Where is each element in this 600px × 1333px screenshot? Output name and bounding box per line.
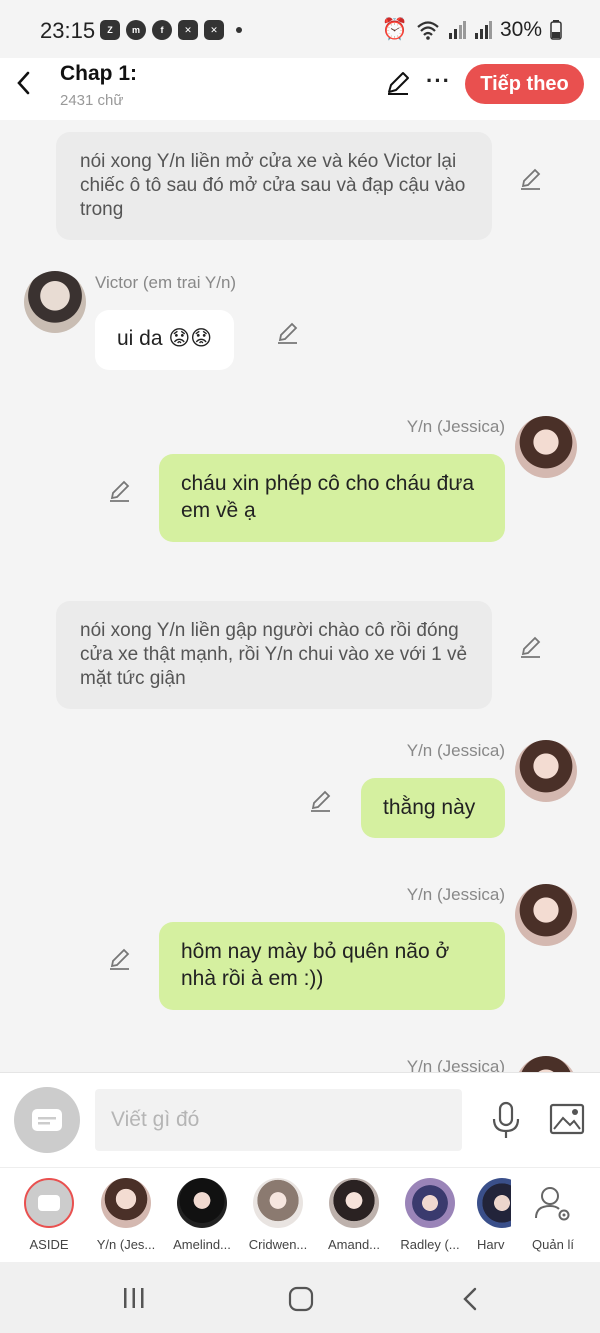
signal-icon <box>474 21 492 39</box>
character-harv[interactable]: Harv <box>467 1178 511 1252</box>
next-button[interactable]: Tiếp theo <box>465 64 584 104</box>
avatar-jessica[interactable] <box>515 416 577 478</box>
character-amelinda[interactable]: Amelind... <box>163 1178 241 1252</box>
aside-icon <box>24 1178 74 1228</box>
chat-area[interactable]: nói xong Y/n liền mở cửa xe và kéo Victo… <box>0 120 600 1072</box>
message-input[interactable] <box>95 1089 462 1151</box>
message-icon <box>32 1109 62 1131</box>
message-bubble-right[interactable]: hôm nay mày bỏ quên não ở nhà rồi à em :… <box>159 922 505 1010</box>
narration-bubble[interactable]: nói xong Y/n liền mở cửa xe và kéo Victo… <box>56 132 492 240</box>
image-icon[interactable] <box>549 1103 585 1135</box>
avatar <box>101 1178 151 1228</box>
message-bubble-right[interactable]: thằng này <box>361 778 505 838</box>
edit-message-icon[interactable] <box>518 166 544 192</box>
avatar <box>405 1178 455 1228</box>
speaker-name: Y/n (Jessica) <box>406 417 505 436</box>
character-label: Amelind... <box>173 1237 231 1252</box>
alarm-icon: ⏰ <box>381 18 408 41</box>
character-amanda[interactable]: Amand... <box>315 1178 393 1252</box>
battery-percent: 30% <box>499 18 542 41</box>
avatar <box>477 1178 511 1228</box>
more-notifications-dot <box>236 27 242 33</box>
messenger-icon: m <box>126 20 146 40</box>
character-label: Amand... <box>327 1237 381 1252</box>
edit-message-icon[interactable] <box>275 320 301 346</box>
input-bar <box>0 1072 600 1167</box>
speaker-name: Y/n (Jessica) <box>406 741 505 760</box>
edit-message-icon[interactable] <box>107 478 133 504</box>
chapter-title: Chap 1: <box>60 62 138 85</box>
wifi-icon <box>417 21 439 40</box>
avatar <box>177 1178 227 1228</box>
manage-characters[interactable]: Quản lí <box>514 1178 592 1252</box>
speaker-name: Y/n (Jessica) <box>406 1057 505 1072</box>
narration-bubble[interactable]: nói xong Y/n liền gập người chào cô rồi … <box>56 601 492 709</box>
character-label: Y/n (Jes... <box>96 1237 156 1252</box>
chapter-header: Chap 1: 2431 chữ ··· Tiếp theo <box>0 58 600 120</box>
character-label: Radley (... <box>400 1237 460 1252</box>
capcut-icon: ✕ <box>204 20 224 40</box>
microphone-icon[interactable] <box>490 1101 522 1141</box>
edit-message-icon[interactable] <box>107 946 133 972</box>
back-icon[interactable] <box>14 70 34 96</box>
character-label: Quản lí <box>532 1237 574 1252</box>
signal-icon <box>448 21 466 39</box>
character-radley[interactable]: Radley (... <box>391 1178 469 1252</box>
avatar-jessica[interactable] <box>515 884 577 946</box>
status-bar: 23:15 Z m f ✕ ✕ ⏰ 30% <box>0 0 600 58</box>
facebook-icon: f <box>152 20 172 40</box>
edit-message-icon[interactable] <box>518 634 544 660</box>
avatar <box>329 1178 379 1228</box>
zalo-icon: Z <box>100 20 120 40</box>
status-time: 23:15 <box>40 18 96 43</box>
capcut-icon: ✕ <box>178 20 198 40</box>
system-back-icon[interactable] <box>460 1286 480 1312</box>
speaker-name: Victor (em trai Y/n) <box>95 273 237 292</box>
recent-apps-icon[interactable] <box>122 1286 146 1310</box>
home-icon[interactable] <box>288 1286 314 1312</box>
character-jessica[interactable]: Y/n (Jes... <box>87 1178 165 1252</box>
character-label: ASIDE <box>29 1237 69 1252</box>
edit-message-icon[interactable] <box>308 788 334 814</box>
more-options-icon[interactable]: ··· <box>426 68 451 94</box>
message-bubble-right[interactable]: cháu xin phép cô cho cháu đưa em về ạ <box>159 454 505 542</box>
word-count: 2431 chữ <box>60 92 124 109</box>
character-label: Cridwen... <box>248 1237 308 1252</box>
character-aside[interactable]: ASIDE <box>10 1178 88 1252</box>
avatar-jessica[interactable] <box>515 1056 577 1072</box>
avatar <box>253 1178 303 1228</box>
edit-icon[interactable] <box>385 70 411 96</box>
avatar-victor[interactable] <box>24 271 86 333</box>
character-label: Harv <box>477 1237 505 1252</box>
avatar-jessica[interactable] <box>515 740 577 802</box>
system-navigation-bar <box>0 1262 600 1333</box>
character-cridwen[interactable]: Cridwen... <box>239 1178 317 1252</box>
user-settings-icon <box>535 1187 570 1221</box>
message-bubble-left[interactable]: ui da 😟😟 <box>95 310 235 370</box>
character-strip: ASIDE Y/n (Jes... Amelind... Cridwen... … <box>0 1167 600 1262</box>
aside-toggle-button[interactable] <box>14 1087 80 1153</box>
speaker-name: Y/n (Jessica) <box>406 885 505 904</box>
notification-icons: Z m f ✕ ✕ <box>100 20 242 40</box>
battery-icon <box>550 20 562 40</box>
